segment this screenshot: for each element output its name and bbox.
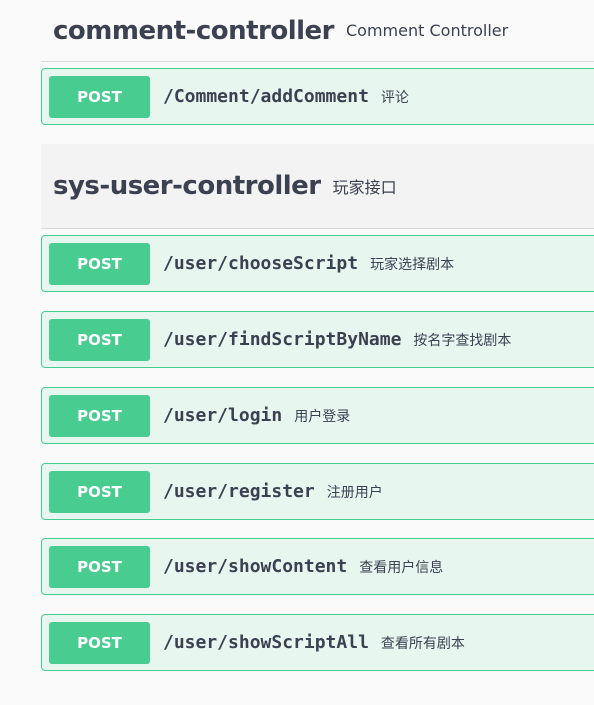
operation-path: /user/findScriptByName [163,329,402,350]
operation-add-comment[interactable]: POST /Comment/addComment 评论 [41,68,594,125]
operation-summary: 玩家选择剧本 [370,256,455,273]
method-badge: POST [49,394,150,437]
operation-path: /user/chooseScript [163,253,359,274]
tag-name: sys-user-controller [53,171,321,201]
tag-description: 玩家接口 [332,178,397,197]
tag-header-comment-controller[interactable]: comment-controller Comment Controller [41,0,594,62]
tag-name: comment-controller [53,15,335,46]
operation-summary: 查看用户信息 [359,559,444,576]
operation-login[interactable]: POST /user/login 用户登录 [41,387,594,444]
tag-description: Comment Controller [346,21,509,40]
operation-summary: 注册用户 [326,484,383,501]
method-badge: POST [49,470,150,513]
method-badge: POST [49,75,150,118]
operation-choose-script[interactable]: POST /user/chooseScript 玩家选择剧本 [41,235,594,292]
method-badge: POST [49,242,150,285]
operation-path: /user/login [163,405,283,426]
operation-show-content[interactable]: POST /user/showContent 查看用户信息 [41,538,594,595]
method-badge: POST [49,318,150,361]
operation-register[interactable]: POST /user/register 注册用户 [41,463,594,520]
method-badge: POST [49,621,150,664]
operation-path: /user/showContent [163,556,348,577]
method-badge: POST [49,545,150,588]
operation-show-script-all[interactable]: POST /user/showScriptAll 查看所有剧本 [41,614,594,671]
operation-summary: 查看所有剧本 [380,635,465,652]
operation-path: /user/register [163,481,315,502]
operation-summary: 用户登录 [294,408,351,425]
operation-path: /Comment/addComment [163,86,369,107]
operation-summary: 按名字查找剧本 [413,332,512,349]
swagger-page: comment-controller Comment Controller PO… [0,0,594,705]
operation-path: /user/showScriptAll [163,632,369,653]
operation-find-script-by-name[interactable]: POST /user/findScriptByName 按名字查找剧本 [41,311,594,368]
tag-header-sys-user-controller[interactable]: sys-user-controller 玩家接口 [41,144,594,229]
operation-summary: 评论 [380,89,409,106]
